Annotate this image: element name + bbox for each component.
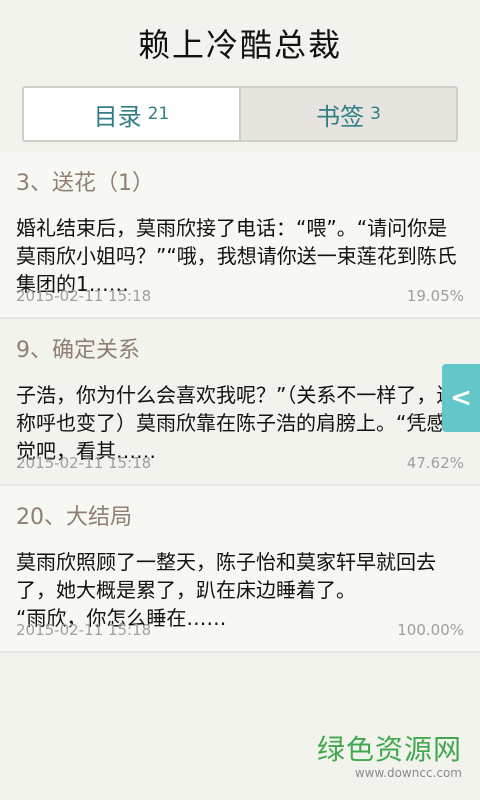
tab-contents-count: 21 [147, 104, 170, 124]
tab-bar: 目录 21 书签 3 [22, 86, 458, 142]
bookmark-item[interactable]: 9、确定关系 子浩，你为什么会喜欢我呢？”（关系不一样了，连称呼也变了）莫雨欣靠… [0, 319, 480, 486]
tab-contents[interactable]: 目录 21 [24, 88, 239, 140]
bookmark-meta: 2015-02-11 15:18 47.62% [16, 454, 464, 472]
bookmark-title: 20、大结局 [16, 505, 132, 530]
bookmark-percent: 19.05% [406, 287, 464, 305]
page-title: 赖上冷酷总裁 [137, 26, 342, 64]
bookmark-excerpt: 莫雨欣照顾了一整天，陈子怡和莫家轩早就回去了，她大概是累了，趴在床边睡着了。 “… [16, 550, 436, 630]
tab-contents-label: 目录 [93, 102, 142, 131]
bookmark-excerpt: 婚礼结束后，莫雨欣接了电话：“喂”。“请问你是莫雨欣小姐吗？”“哦，我想请你送一… [16, 216, 457, 296]
bookmark-percent: 47.62% [406, 454, 464, 472]
bookmark-item[interactable]: 20、大结局 莫雨欣照顾了一整天，陈子怡和莫家轩早就回去了，她大概是累了，趴在床… [0, 486, 480, 653]
watermark-main: 绿色资源网 [316, 733, 462, 766]
collapse-panel-button[interactable]: < [442, 364, 480, 432]
header: 赖上冷酷总裁 [0, 0, 480, 86]
bookmark-meta: 2015-02-11 15:18 100.00% [16, 621, 464, 639]
watermark-sub: www.downcc.com [354, 766, 462, 780]
bookmark-percent: 100.00% [397, 621, 464, 639]
bookmark-date: 2015-02-11 15:18 [16, 621, 152, 639]
bookmark-date: 2015-02-11 15:18 [16, 287, 152, 305]
bookmark-item[interactable]: 3、送花（1） 婚礼结束后，莫雨欣接了电话：“喂”。“请问你是莫雨欣小姐吗？”“… [0, 152, 480, 319]
tab-bookmarks-label: 书签 [316, 102, 365, 131]
bookmark-excerpt: 子浩，你为什么会喜欢我呢？”（关系不一样了，连称呼也变了）莫雨欣靠在陈子浩的肩膀… [16, 383, 457, 463]
bookmark-list: 3、送花（1） 婚礼结束后，莫雨欣接了电话：“喂”。“请问你是莫雨欣小姐吗？”“… [0, 152, 480, 653]
bookmark-meta: 2015-02-11 15:18 19.05% [16, 287, 464, 305]
chevron-left-icon: < [450, 383, 472, 413]
tab-bookmarks-count: 3 [370, 104, 381, 124]
bookmark-date: 2015-02-11 15:18 [16, 454, 152, 472]
tab-bookmarks[interactable]: 书签 3 [239, 88, 456, 140]
bookmark-title: 9、确定关系 [16, 338, 140, 363]
bookmark-title: 3、送花（1） [16, 171, 154, 196]
watermark: 绿色资源网 www.downcc.com [317, 728, 462, 780]
